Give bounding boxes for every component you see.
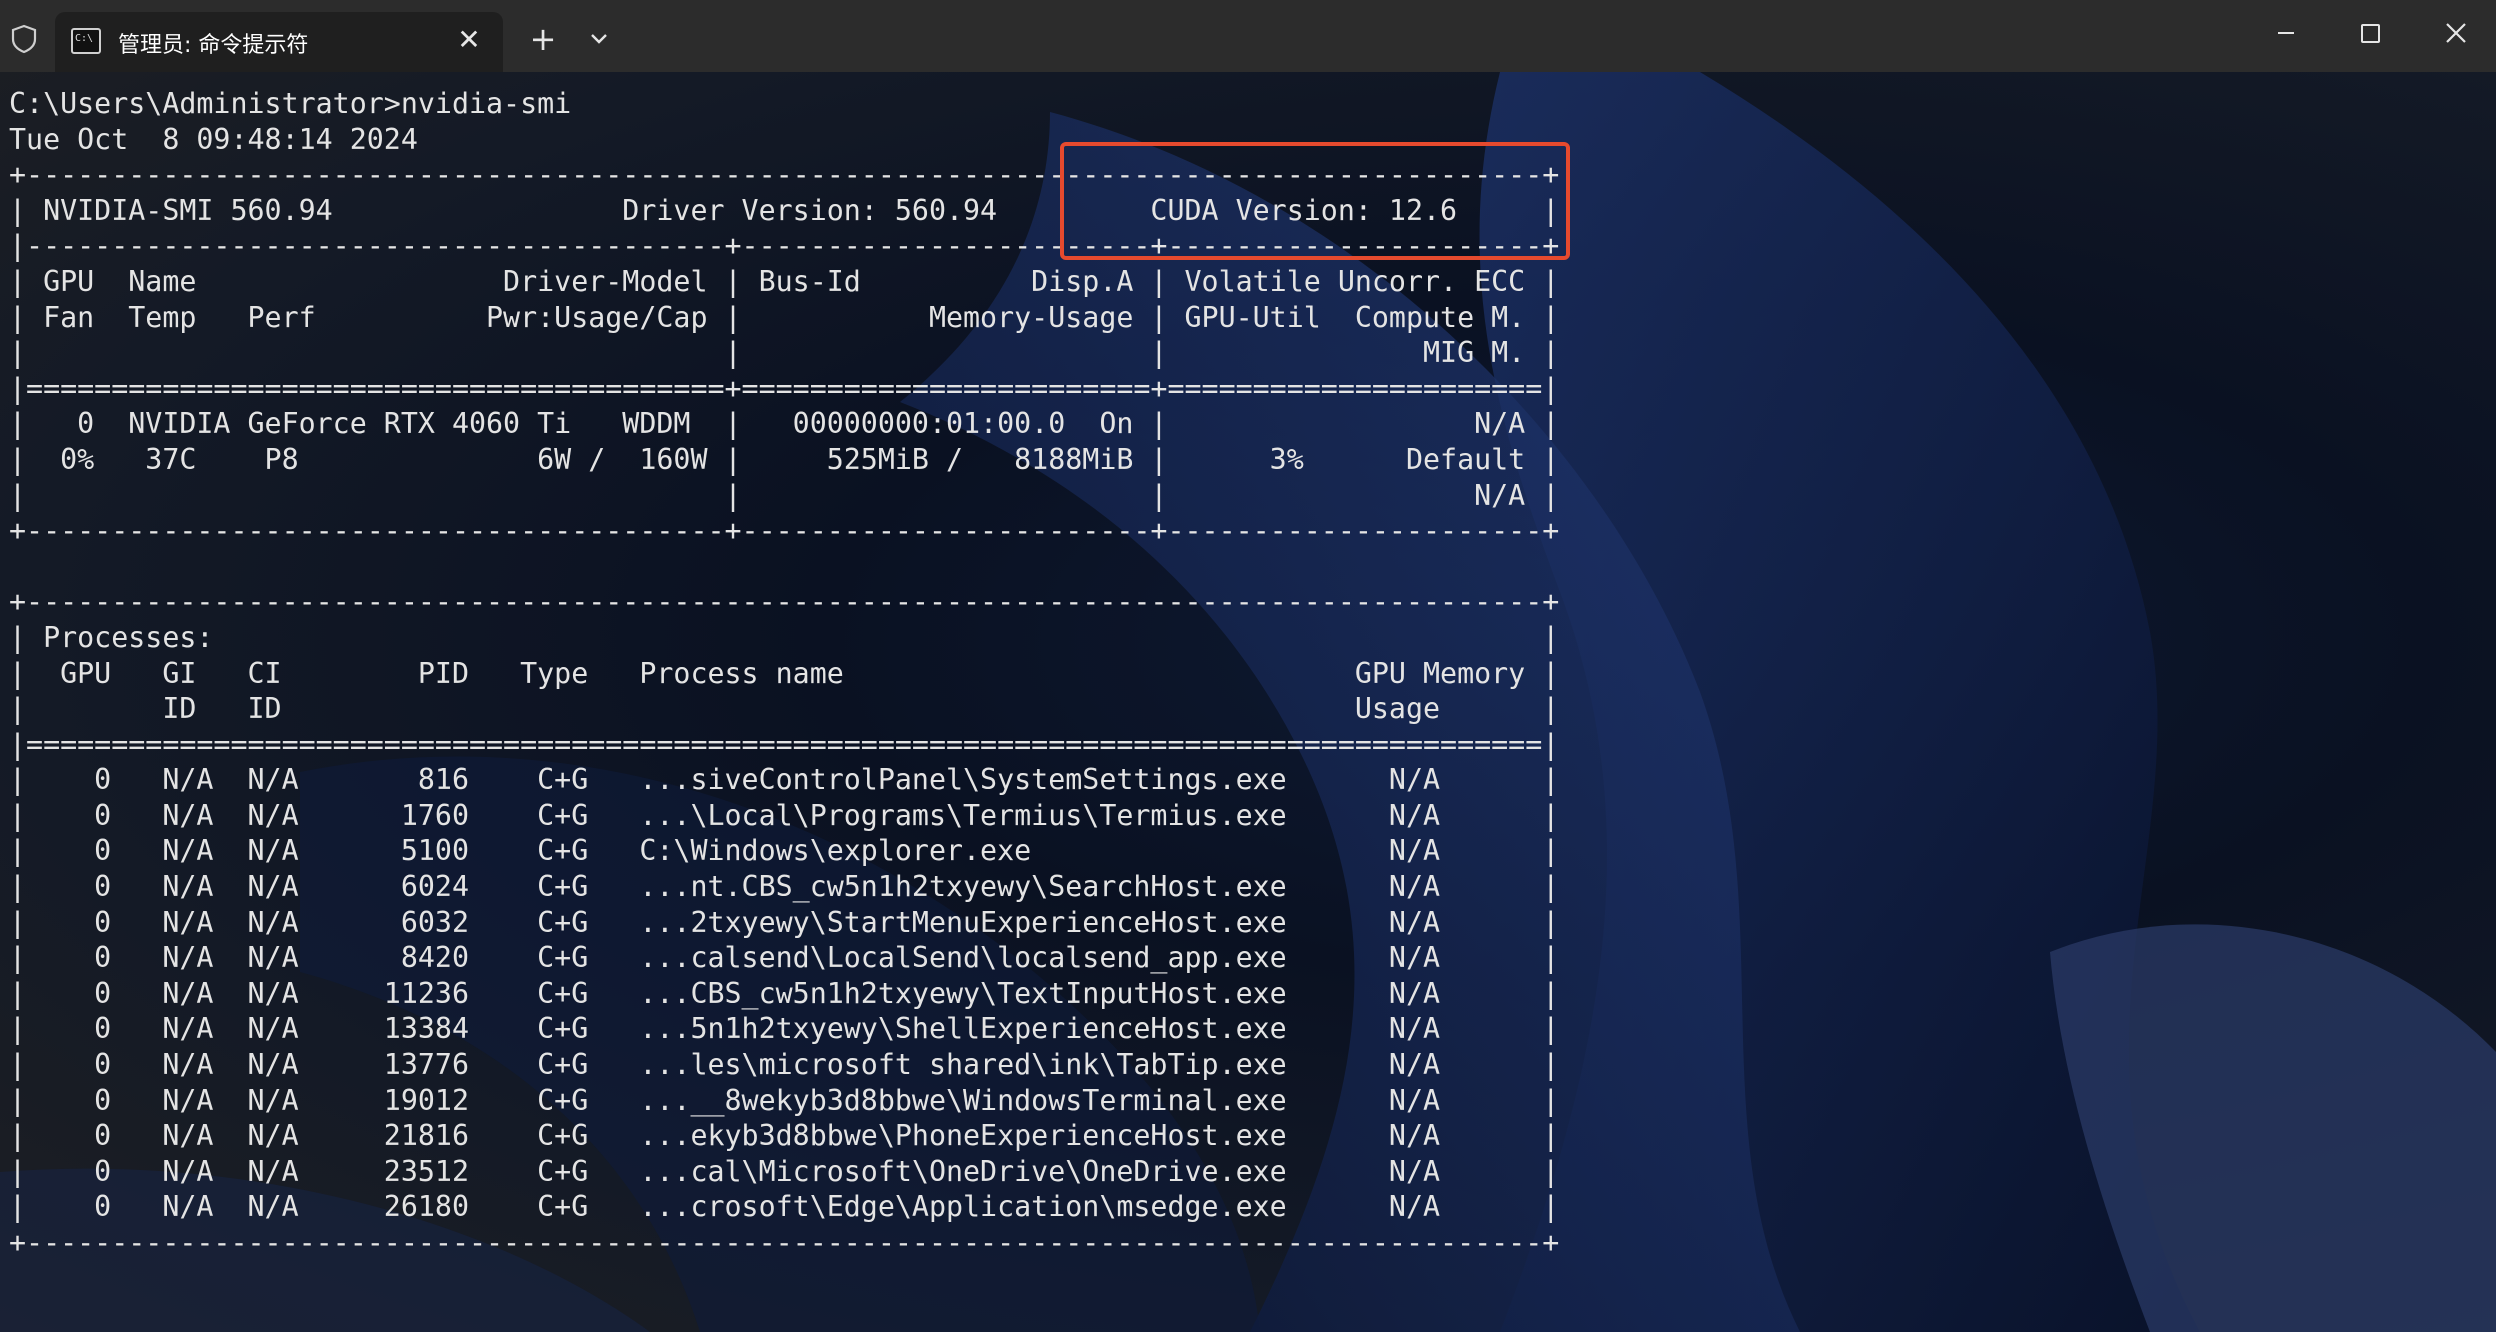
console-line: | 0 N/A N/A 1760 C+G ...\Local\Programs\…	[9, 798, 1560, 832]
console-line: | 0 NVIDIA GeForce RTX 4060 Ti WDDM | 00…	[9, 407, 1560, 441]
console-line: | 0 N/A N/A 11236 C+G ...CBS_cw5n1h2txye…	[9, 976, 1560, 1010]
console-line: | 0 N/A N/A 26180 C+G ...crosoft\Edge\Ap…	[9, 1190, 1560, 1224]
terminal-icon-glyph: C:\	[75, 33, 94, 44]
console-line: +---------------------------------------…	[9, 514, 1560, 548]
console-line: | Processes: |	[9, 620, 1560, 654]
console-line: | 0 N/A N/A 19012 C+G ...__8wekyb3d8bbwe…	[9, 1083, 1560, 1117]
tab-title: 管理员: 命令提示符	[118, 33, 309, 58]
console-line: | | | N/A |	[9, 478, 1560, 512]
title-bar: C:\ 管理员: 命令提示符 ✕ +	[0, 0, 2496, 72]
plus-icon[interactable]: +	[522, 18, 564, 60]
console-line: | 0 N/A N/A 13776 C+G ...les\microsoft s…	[9, 1048, 1560, 1082]
console-line: | | | MIG M. |	[9, 336, 1560, 370]
shield-icon	[11, 24, 37, 54]
minimize-icon[interactable]	[2256, 12, 2316, 54]
close-window-icon[interactable]	[2426, 12, 2486, 54]
console-line: | 0 N/A N/A 5100 C+G C:\Windows\explorer…	[9, 834, 1560, 868]
console-line: | 0 N/A N/A 6032 C+G ...2txyewy\StartMen…	[9, 905, 1560, 939]
console-line: | 0 N/A N/A 6024 C+G ...nt.CBS_cw5n1h2tx…	[9, 870, 1560, 904]
console-line: | 0 N/A N/A 23512 C+G ...cal\Microsoft\O…	[9, 1154, 1560, 1188]
console-line: | GPU Name Driver-Model | Bus-Id Disp.A …	[9, 264, 1560, 298]
tab-command-prompt[interactable]: C:\ 管理员: 命令提示符 ✕	[55, 12, 503, 72]
console-line: | Fan Temp Perf Pwr:Usage/Cap | Memory-U…	[9, 300, 1560, 334]
terminal-area[interactable]: C:\Users\Administrator>nvidia-smi Tue Oct…	[0, 72, 2496, 1332]
console-line: | 0 N/A N/A 13384 C+G ...5n1h2txyewy\She…	[9, 1012, 1560, 1046]
console-line: | 0% 37C P8 6W / 160W | 525MiB / 8188MiB…	[9, 442, 1560, 476]
console-line: | 0 N/A N/A 21816 C+G ...ekyb3d8bbwe\Pho…	[9, 1119, 1560, 1153]
console-line: C:\Users\Administrator>nvidia-smi	[9, 87, 572, 120]
console-output: C:\Users\Administrator>nvidia-smi Tue Oct…	[9, 86, 1559, 1261]
console-line: +---------------------------------------…	[9, 1226, 1560, 1259]
console-line: +---------------------------------------…	[9, 585, 1560, 619]
console-line: |=======================================…	[9, 727, 1560, 761]
terminal-icon: C:\	[71, 28, 101, 54]
console-line: | GPU GI CI PID Type Process name GPU Me…	[9, 656, 1560, 690]
chevron-down-icon[interactable]	[578, 18, 620, 60]
console-line: | 0 N/A N/A 8420 C+G ...calsend\LocalSen…	[9, 941, 1560, 975]
console-line: | ID ID Usage |	[9, 692, 1560, 726]
cuda-version-highlight	[1060, 142, 1570, 260]
console-line: | 0 N/A N/A 816 C+G ...siveControlPanel\…	[9, 763, 1560, 797]
close-icon[interactable]: ✕	[449, 20, 489, 60]
maximize-icon[interactable]	[2340, 12, 2400, 54]
console-line: |=======================================…	[9, 371, 1560, 405]
